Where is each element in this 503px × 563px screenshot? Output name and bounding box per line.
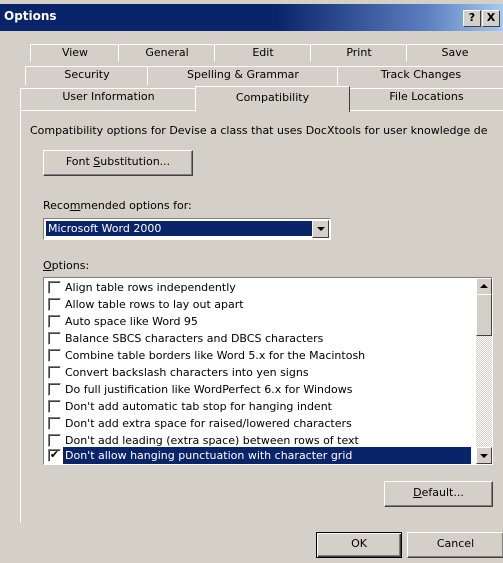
checkbox[interactable]: [48, 366, 61, 379]
options-scrollbar[interactable]: [476, 278, 492, 464]
font-substitution-label-post: ubstitution...: [100, 155, 171, 168]
checkbox[interactable]: [48, 349, 61, 362]
tab-track-changes[interactable]: Track Changes: [337, 66, 503, 85]
option-label: Don't add extra space for raised/lowered…: [65, 417, 352, 430]
scroll-thumb[interactable]: [476, 294, 492, 336]
scroll-up-button[interactable]: [476, 278, 492, 295]
window-title: Options: [4, 9, 57, 23]
list-item[interactable]: Combine table borders like Word 5.x for …: [46, 347, 471, 364]
recommended-options-select[interactable]: Microsoft Word 2000: [43, 218, 331, 240]
tab-save[interactable]: Save: [406, 44, 503, 62]
recommended-options-value: Microsoft Word 2000: [46, 221, 312, 236]
options-list[interactable]: Align table rows independently Allow tab…: [43, 277, 493, 465]
tab-spelling-grammar[interactable]: Spelling & Grammar: [147, 66, 339, 85]
recommended-options-label: Recommended options for:: [43, 199, 192, 212]
chevron-down-icon[interactable]: [312, 220, 329, 238]
default-label-post: efault...: [421, 486, 464, 499]
checkbox[interactable]: [48, 298, 61, 311]
list-item[interactable]: Allow table rows to lay out apart: [46, 296, 471, 313]
arrow-up-icon: [480, 284, 488, 288]
list-item[interactable]: Convert backslash characters into yen si…: [46, 364, 471, 381]
rec-label-hotkey: m: [69, 199, 81, 212]
list-item[interactable]: Do full justification like WordPerfect 6…: [46, 381, 471, 398]
option-label: Allow table rows to lay out apart: [65, 298, 244, 311]
checkbox[interactable]: [48, 400, 61, 413]
tab-compatibility[interactable]: Compatibility: [195, 86, 350, 112]
options-dialog: Options ? X View General Edit Print Save…: [0, 0, 503, 563]
list-item[interactable]: Don't add extra space for raised/lowered…: [46, 415, 471, 432]
option-label: Align table rows independently: [65, 281, 236, 294]
font-substitution-label-pre: Font: [65, 155, 94, 168]
list-item[interactable]: Balance SBCS characters and DBCS charact…: [46, 330, 471, 347]
option-label: Do full justification like WordPerfect 6…: [65, 383, 353, 396]
option-label: Don't add automatic tab stop for hanging…: [65, 400, 332, 413]
tab-security[interactable]: Security: [25, 66, 149, 85]
rec-label-post: mended options for:: [80, 199, 192, 212]
options-label: Options:: [43, 259, 89, 272]
list-item[interactable]: Align table rows independently: [46, 279, 471, 296]
list-item[interactable]: Don't add automatic tab stop for hanging…: [46, 398, 471, 415]
ok-button[interactable]: OK: [316, 532, 402, 558]
options-label-post: ptions:: [51, 259, 90, 272]
font-substitution-button[interactable]: Font Substitution...: [43, 150, 193, 176]
checkbox[interactable]: [48, 383, 61, 396]
rec-label-pre: Reco: [43, 199, 70, 212]
help-button[interactable]: ?: [463, 10, 481, 27]
option-label: Auto space like Word 95: [65, 315, 198, 328]
checkbox[interactable]: [48, 434, 61, 447]
checkbox[interactable]: [48, 281, 61, 294]
close-button[interactable]: X: [482, 10, 500, 27]
option-label: Don't allow hanging punctuation with cha…: [63, 447, 471, 464]
default-button[interactable]: Default...: [384, 481, 493, 507]
tab-user-information[interactable]: User Information: [20, 88, 197, 110]
options-label-hotkey: O: [43, 259, 52, 272]
tab-file-locations[interactable]: File Locations: [348, 88, 503, 110]
tab-edit[interactable]: Edit: [214, 44, 312, 62]
checkbox[interactable]: [48, 332, 61, 345]
list-item-selected[interactable]: ✔ Don't allow hanging punctuation with ch…: [46, 447, 471, 464]
scroll-down-button[interactable]: [476, 447, 492, 464]
tab-view[interactable]: View: [30, 44, 120, 62]
checkbox-checked[interactable]: ✔: [48, 449, 61, 462]
list-item[interactable]: Auto space like Word 95: [46, 313, 471, 330]
compatibility-description: Compatibility options for Devise a class…: [30, 124, 488, 137]
checkbox[interactable]: [48, 315, 61, 328]
option-label: Convert backslash characters into yen si…: [65, 366, 309, 379]
option-label: Balance SBCS characters and DBCS charact…: [65, 332, 324, 345]
checkbox[interactable]: [48, 417, 61, 430]
option-label: Combine table borders like Word 5.x for …: [65, 349, 366, 362]
tab-print[interactable]: Print: [310, 44, 408, 62]
title-bar[interactable]: Options ? X: [0, 4, 503, 31]
cancel-button[interactable]: Cancel: [407, 532, 503, 558]
tab-general[interactable]: General: [118, 44, 216, 62]
arrow-down-icon: [480, 454, 488, 458]
default-hotkey: D: [413, 486, 422, 499]
